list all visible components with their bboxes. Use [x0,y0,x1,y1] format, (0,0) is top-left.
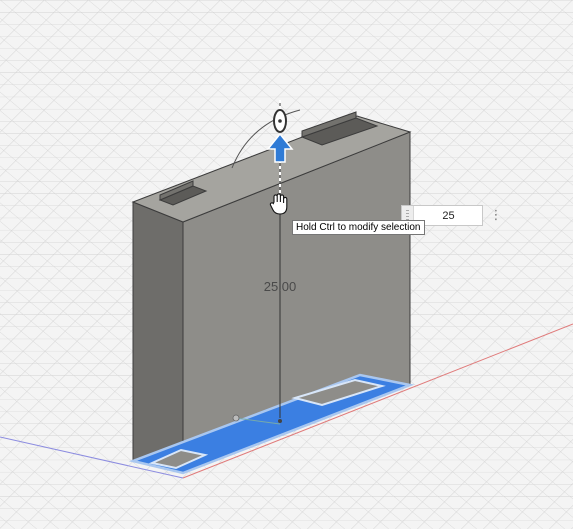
dimension-value-label[interactable]: 25.00 [264,279,297,294]
rotate-handle-icon[interactable] [273,109,287,133]
kebab-menu-icon[interactable]: ⋮ [489,207,503,225]
body-left-face [132,201,184,474]
3d-viewport[interactable]: 25.00 [0,0,573,529]
tooltip: Hold Ctrl to modify selection [292,220,425,235]
dimension-base-point [278,419,282,423]
tooltip-text: Hold Ctrl to modify selection [296,222,421,233]
dimension-input[interactable] [415,206,482,225]
dimension-anchor-point[interactable] [232,414,240,422]
